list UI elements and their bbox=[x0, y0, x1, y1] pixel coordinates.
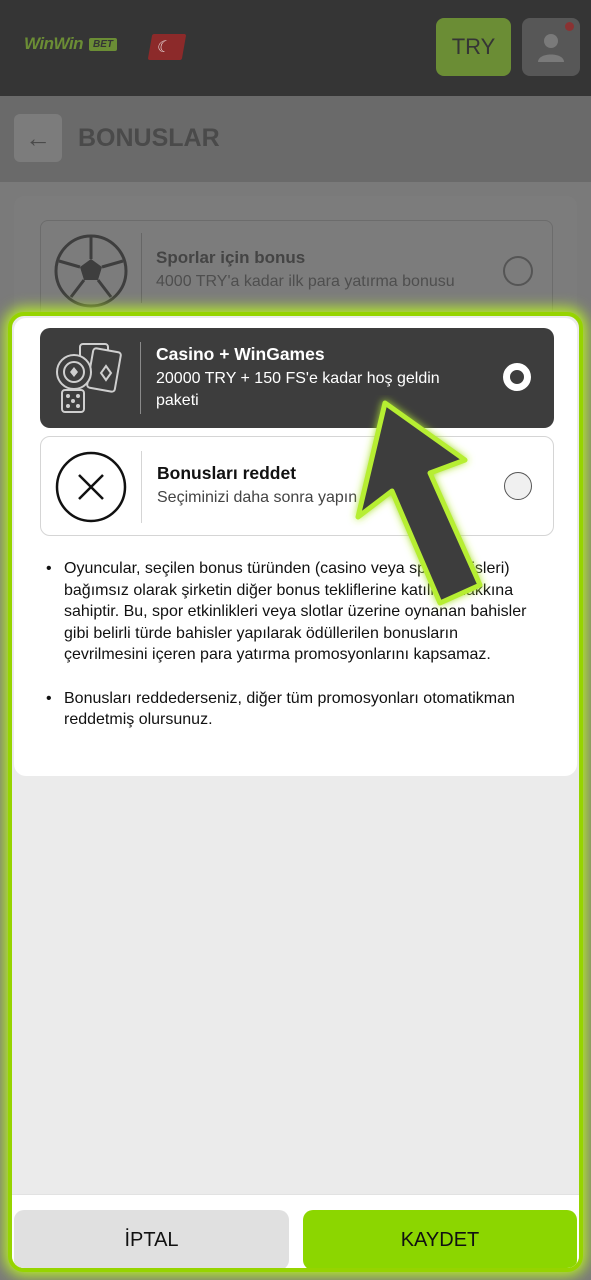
turkey-flag-icon[interactable]: ☾ bbox=[147, 34, 187, 60]
user-icon bbox=[538, 34, 564, 62]
back-button[interactable]: ← bbox=[14, 114, 62, 162]
option-casino-wingames[interactable]: Casino + WinGames 20000 TRY + 150 FS'e k… bbox=[40, 328, 554, 428]
save-button[interactable]: KAYDET bbox=[303, 1210, 577, 1268]
option-description: Seçiminizi daha sonra yapın bbox=[157, 489, 358, 506]
option-title: Bonusları reddet bbox=[157, 463, 297, 483]
currency-button[interactable]: TRY bbox=[436, 18, 511, 76]
soccer-ball-icon bbox=[54, 234, 128, 308]
close-circle-icon bbox=[55, 451, 127, 523]
page-title: BONUSLAR bbox=[78, 124, 220, 152]
option-description: 4000 TRY'a kadar ilk para yatırma bonusu bbox=[156, 273, 455, 290]
brand-logo[interactable]: WinWin BET bbox=[24, 34, 118, 54]
divider bbox=[140, 342, 141, 414]
bonus-options-panel: Casino + WinGames 20000 TRY + 150 FS'e k… bbox=[14, 318, 577, 776]
bonus-selection-modal: Casino + WinGames 20000 TRY + 150 FS'e k… bbox=[8, 312, 583, 1272]
radio-button-selected[interactable] bbox=[503, 363, 531, 391]
rule-item: Oyuncular, seçilen bonus türünden (casin… bbox=[44, 558, 544, 666]
rule-item: Bonusları reddederseniz, diğer tüm promo… bbox=[44, 688, 544, 731]
radio-button[interactable] bbox=[503, 256, 533, 286]
cancel-button[interactable]: İPTAL bbox=[14, 1210, 289, 1268]
profile-button[interactable] bbox=[522, 18, 580, 76]
notification-dot bbox=[565, 22, 574, 31]
divider bbox=[141, 451, 142, 523]
option-title: Sporlar için bonus bbox=[156, 248, 306, 267]
logo-text: WinWin bbox=[24, 34, 84, 53]
logo-badge: BET bbox=[89, 37, 118, 51]
option-title: Casino + WinGames bbox=[156, 344, 325, 364]
bonus-rules-list: Oyuncular, seçilen bonus türünden (casin… bbox=[44, 558, 544, 753]
option-reject-bonus[interactable]: Bonusları reddet Seçiminizi daha sonra y… bbox=[40, 436, 554, 536]
option-sports-bonus[interactable]: Sporlar için bonus 4000 TRY'a kadar ilk … bbox=[40, 220, 553, 320]
casino-chips-cards-dice-icon bbox=[56, 343, 122, 413]
divider bbox=[141, 233, 142, 303]
radio-button[interactable] bbox=[504, 472, 532, 500]
option-description: 20000 TRY + 150 FS'e kadar hoş geldin pa… bbox=[156, 370, 440, 409]
app-header: WinWin BET ☾ TRY bbox=[0, 0, 591, 96]
modal-footer: İPTAL KAYDET bbox=[12, 1194, 579, 1268]
arrow-left-icon: ← bbox=[25, 122, 51, 153]
title-bar: ← BONUSLAR bbox=[0, 96, 591, 182]
